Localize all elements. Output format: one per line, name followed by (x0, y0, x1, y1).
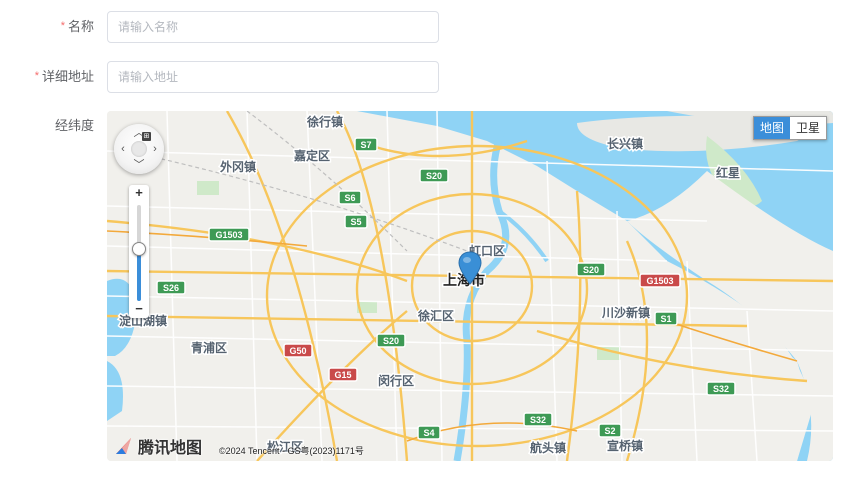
tencent-map-logo[interactable]: 腾讯地图 (113, 434, 202, 458)
district-label: 徐行镇 (306, 114, 343, 129)
name-label: * 名称 (60, 19, 94, 34)
highway-shield: S6 (338, 190, 362, 205)
pan-center (131, 141, 147, 157)
highway-shield-label: G1503 (646, 276, 673, 286)
highway-shield-label: S1 (660, 314, 671, 324)
highway-shield-label: G50 (289, 346, 306, 356)
highway-shield: S20 (576, 262, 606, 277)
district-label: 宣桥镇 (607, 438, 643, 453)
highway-shield: G1503 (208, 227, 250, 242)
highway-shield: S1 (654, 311, 678, 326)
highway-shield-label: S20 (383, 336, 399, 346)
district-label: 嘉定区 (293, 148, 330, 163)
highway-shield-label: S4 (423, 428, 434, 438)
highway-shield-label: G15 (334, 370, 351, 380)
district-label: 红星 (716, 165, 740, 180)
pan-down-button[interactable]: ﹀ (132, 158, 146, 172)
highway-shield: G1503 (639, 273, 681, 288)
map-type-satellite-button[interactable]: 卫星 (790, 117, 826, 139)
zoom-fill (137, 248, 141, 301)
coords-label: 经纬度 (54, 118, 94, 133)
highway-shield-label: S5 (350, 217, 361, 227)
highway-shield: S32 (523, 412, 553, 427)
name-input[interactable] (107, 11, 439, 43)
highway-shield-label: G1503 (215, 230, 242, 240)
map-type-map-button[interactable]: 地图 (753, 117, 790, 139)
map-copyright: ©2024 Tencent - GS粤(2023)1171号 (219, 446, 364, 456)
tencent-map-logo-icon (116, 438, 131, 454)
logo-text: 腾讯地图 (138, 440, 203, 457)
highway-shield-label: S20 (583, 265, 599, 275)
zoom-out-button[interactable]: − (129, 302, 149, 316)
required-mark: * (60, 20, 65, 32)
highway-shield: S5 (344, 214, 368, 229)
address-form-item: * 详细地址 (0, 61, 859, 93)
district-label: 徐汇区 (417, 308, 454, 323)
highway-shield: S2 (598, 423, 622, 438)
zoom-control: + − (129, 185, 149, 318)
zoom-slider-handle[interactable] (132, 242, 146, 257)
highway-shield: S7 (354, 137, 378, 152)
highway-shield: S4 (417, 425, 441, 440)
highway-shield-label: S26 (163, 283, 179, 293)
highway-shield-label: S32 (530, 415, 546, 425)
zoom-in-button[interactable]: + (129, 186, 149, 200)
district-label: 航头镇 (530, 440, 566, 455)
highway-shield: S32 (706, 381, 736, 396)
district-label: 外冈镇 (220, 159, 256, 174)
pan-left-button[interactable]: ‹ (116, 142, 130, 156)
highway-shield-label: S2 (604, 426, 615, 436)
location-pin-icon[interactable] (458, 251, 484, 287)
district-label: 闵行区 (378, 373, 414, 388)
highway-shield: S20 (376, 333, 406, 348)
address-label: * 详细地址 (34, 69, 94, 84)
required-mark: * (34, 70, 39, 82)
map-type-switch: 地图 卫星 (752, 116, 827, 140)
name-form-item: * 名称 (0, 11, 859, 43)
highway-shield-label: S32 (713, 384, 729, 394)
address-input[interactable] (107, 61, 439, 93)
highway-shield: S20 (419, 168, 449, 183)
highway-shield: S26 (156, 280, 186, 295)
highway-shield-label: S20 (426, 171, 442, 181)
map-container[interactable]: 徐行镇 嘉定区 外冈镇 长兴镇 红星 虹口区 上海市 徐汇区 川沙新镇 青浦区 … (107, 111, 833, 461)
highway-shield-label: S6 (344, 193, 355, 203)
highway-shield: G15 (328, 367, 358, 382)
pan-control[interactable]: ⊞ ︿ ﹀ ‹ › (114, 124, 164, 174)
district-label: 青浦区 (191, 340, 227, 355)
highway-shield: G50 (283, 343, 313, 358)
highway-shield-label: S7 (360, 140, 371, 150)
district-label: 川沙新镇 (601, 305, 650, 320)
pan-right-button[interactable]: › (148, 142, 162, 156)
pan-up-button[interactable]: ︿ (132, 126, 146, 140)
district-label: 长兴镇 (607, 136, 643, 151)
